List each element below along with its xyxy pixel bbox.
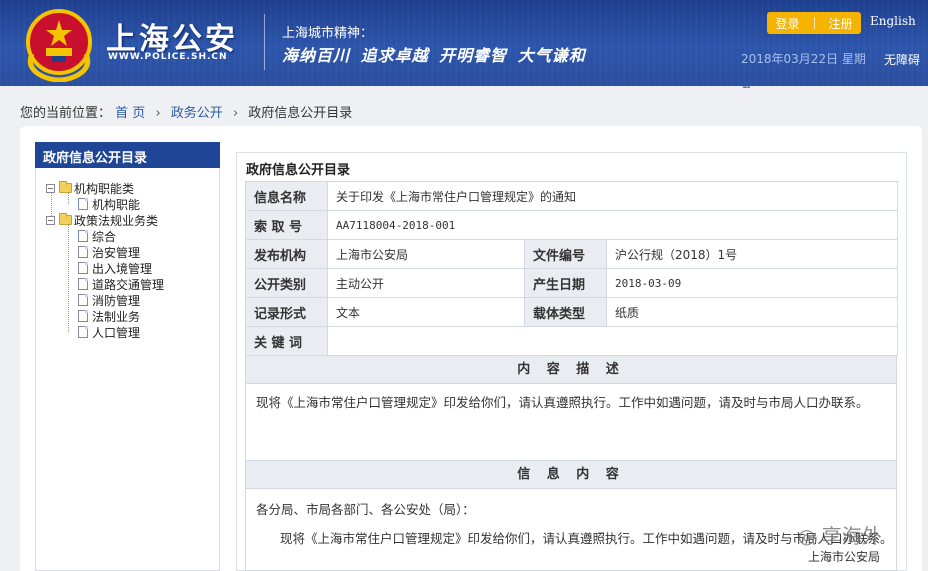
content-title: 政府信息公开目录 xyxy=(246,163,351,178)
folder-icon xyxy=(59,181,72,193)
index-value: AA7118004-2018-001 xyxy=(327,210,898,240)
index-label: 索 取 号 xyxy=(245,210,328,240)
tree-leaf-population[interactable]: 人口管理 xyxy=(78,324,140,340)
publisher-label: 发布机构 xyxy=(245,239,328,269)
tree-leaf-legal[interactable]: 法制业务 xyxy=(78,308,140,324)
folder-icon xyxy=(59,213,72,225)
collapse-icon[interactable]: − xyxy=(46,183,55,193)
date-label: 产生日期 xyxy=(524,268,607,298)
login-register-box: 登录 注册 xyxy=(767,12,861,34)
info-name-value: 关于印发《上海市常住户口管理规定》的通知 xyxy=(327,181,898,211)
login-separator xyxy=(813,17,815,29)
tree-leaf-traffic[interactable]: 道路交通管理 xyxy=(78,276,164,292)
city-spirit-title: 上海城市精神： xyxy=(282,26,374,41)
tree-connector xyxy=(68,224,69,332)
table-row: 索 取 号 AA7118004-2018-001 xyxy=(245,210,898,240)
sidebar-title: 政府信息公开目录 xyxy=(35,142,220,168)
police-emblem-icon[interactable] xyxy=(22,6,96,82)
document-icon xyxy=(78,326,88,338)
tree-leaf-label: 综合 xyxy=(92,229,117,244)
category-value: 主动公开 xyxy=(327,268,525,298)
document-icon xyxy=(78,310,88,322)
date-value: 2018-03-09 xyxy=(606,268,898,298)
tree-leaf-label: 人口管理 xyxy=(92,325,141,340)
header-divider xyxy=(264,14,265,70)
info-table: 信息名称 关于印发《上海市常住户口管理规定》的通知 索 取 号 AA711800… xyxy=(245,181,898,356)
tree-leaf-public-security[interactable]: 治安管理 xyxy=(78,244,140,260)
tree-node-policy[interactable]: − 政策法规业务类 xyxy=(46,212,158,228)
breadcrumb-home[interactable]: 首 页 xyxy=(115,106,145,121)
breadcrumb-separator: › xyxy=(155,106,161,121)
accessibility-icon[interactable]: ▥ xyxy=(742,80,760,90)
tree-leaf-label: 出入境管理 xyxy=(92,261,153,276)
table-row: 关 键 词 xyxy=(245,326,898,356)
tree-leaf-label: 治安管理 xyxy=(92,245,141,260)
doc-number-label: 文件编号 xyxy=(524,239,607,269)
breadcrumb: 您的当前位置： 首 页 › 政务公开 › 政府信息公开目录 xyxy=(20,102,352,121)
tree-leaf-label: 道路交通管理 xyxy=(92,277,165,292)
english-link[interactable]: English xyxy=(870,14,916,28)
document-icon xyxy=(78,230,88,242)
doc-number-value: 沪公行规（2018）1号 xyxy=(606,239,898,269)
tree-leaf-fire[interactable]: 消防管理 xyxy=(78,292,140,308)
table-row: 公开类别 主动公开 产生日期 2018-03-09 xyxy=(245,268,898,298)
city-spirit-slogans: 海纳百川 追求卓越 开明睿智 大气谦和 xyxy=(282,46,586,65)
collapse-icon[interactable]: − xyxy=(46,215,55,225)
info-body-text: 现将《上海市常住户口管理规定》印发给你们，请认真遵照执行。工作中如遇问题，请及时… xyxy=(280,531,893,546)
breadcrumb-separator: › xyxy=(232,106,239,121)
tree-node-org-functions[interactable]: − 机构职能类 xyxy=(46,180,134,196)
login-button[interactable]: 登录 xyxy=(775,15,799,32)
tree-leaf-org-functions[interactable]: 机构职能 xyxy=(78,196,140,212)
tree-leaf-entry-exit[interactable]: 出入境管理 xyxy=(78,260,152,276)
tree-leaf-label: 机构职能 xyxy=(92,197,141,212)
tree-node-label: 机构职能类 xyxy=(74,181,135,196)
breadcrumb-gov-open[interactable]: 政务公开 xyxy=(171,106,223,121)
table-row: 记录形式 文本 载体类型 纸质 xyxy=(245,297,898,327)
record-label: 记录形式 xyxy=(245,297,328,327)
site-url: WWW.POLICE.SH.CN xyxy=(108,52,228,62)
accessibility-link[interactable]: 无障碍 xyxy=(884,51,920,68)
description-heading: 内 容 描 述 xyxy=(245,355,897,384)
tree-leaf-label: 消防管理 xyxy=(92,293,141,308)
wechat-watermark: ◎ 享海外 xyxy=(798,524,882,548)
carrier-label: 载体类型 xyxy=(524,297,607,327)
tree-node-label: 政策法规业务类 xyxy=(74,213,159,228)
breadcrumb-current: 政府信息公开目录 xyxy=(248,106,353,121)
current-date: 2018年03月22日 星期 xyxy=(741,52,866,66)
table-row: 信息名称 关于印发《上海市常住户口管理规定》的通知 xyxy=(245,181,898,211)
info-salutation: 各分局、市局各部门、各公安处（局）： xyxy=(256,502,475,517)
keywords-label: 关 键 词 xyxy=(245,326,328,356)
signature: 上海市公安局 xyxy=(808,550,881,564)
document-icon xyxy=(78,294,88,306)
table-row: 发布机构 上海市公安局 文件编号 沪公行规（2018）1号 xyxy=(245,239,898,269)
breadcrumb-prefix: 您的当前位置： xyxy=(20,106,112,121)
publisher-value: 上海市公安局 xyxy=(327,239,525,269)
description-text: 现将《上海市常住户口管理规定》印发给你们，请认真遵照执行。工作中如遇问题，请及时… xyxy=(256,395,869,410)
info-content-heading: 信 息 内 容 xyxy=(245,460,897,489)
document-icon xyxy=(78,262,88,274)
tree-leaf-general[interactable]: 综合 xyxy=(78,228,116,244)
document-icon xyxy=(78,246,88,258)
tree-leaf-label: 法制业务 xyxy=(92,309,141,324)
register-button[interactable]: 注册 xyxy=(829,15,853,32)
keywords-value xyxy=(327,326,898,356)
info-name-label: 信息名称 xyxy=(245,181,328,211)
site-header: 上海公安 WWW.POLICE.SH.CN 上海城市精神： 海纳百川 追求卓越 … xyxy=(0,0,928,86)
category-label: 公开类别 xyxy=(245,268,328,298)
document-icon xyxy=(78,278,88,290)
description-body: 现将《上海市常住户口管理规定》印发给你们，请认真遵照执行。工作中如遇问题，请及时… xyxy=(245,384,897,461)
record-value: 文本 xyxy=(327,297,525,327)
carrier-value: 纸质 xyxy=(606,297,898,327)
document-icon xyxy=(78,198,88,210)
